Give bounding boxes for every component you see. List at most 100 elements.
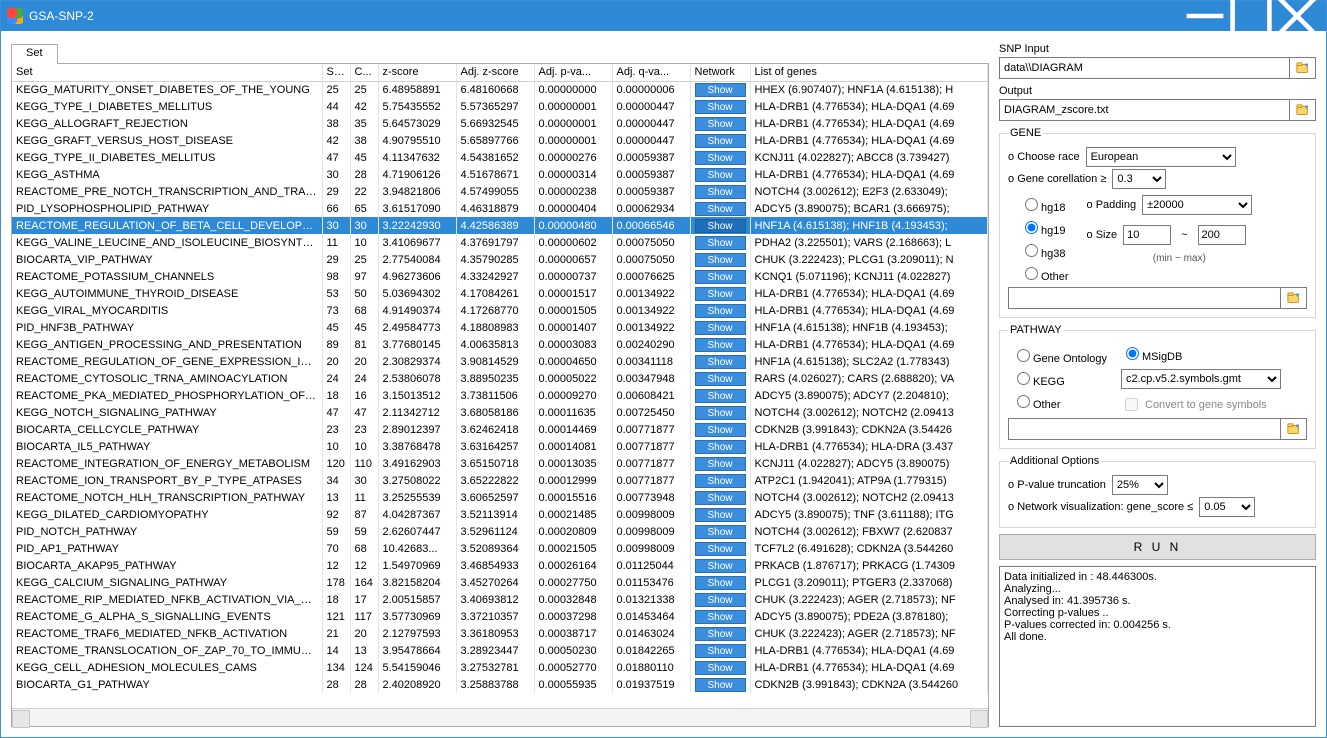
show-button[interactable]: Show [695, 474, 746, 488]
show-button[interactable]: Show [695, 661, 746, 675]
show-button[interactable]: Show [695, 287, 746, 301]
table-row[interactable]: REACTOME_TRAF6_MEDIATED_NFKB_ACTIVATION2… [12, 625, 988, 642]
show-button[interactable]: Show [695, 219, 746, 233]
convert-checkbox[interactable]: Convert to gene symbols [1121, 395, 1281, 414]
show-button[interactable]: Show [695, 423, 746, 437]
horizontal-scrollbar[interactable] [12, 708, 988, 726]
show-button[interactable]: Show [695, 389, 746, 403]
col-adjq[interactable]: Adj. q-va... [612, 64, 690, 81]
show-button[interactable]: Show [695, 457, 746, 471]
show-button[interactable]: Show [695, 406, 746, 420]
table-row[interactable]: KEGG_CALCIUM_SIGNALING_PATHWAY1781643.82… [12, 574, 988, 591]
output-browse-button[interactable] [1290, 99, 1316, 121]
radio-hg19[interactable]: hg19 [1020, 218, 1069, 237]
show-button[interactable]: Show [695, 508, 746, 522]
table-row[interactable]: KEGG_GRAFT_VERSUS_HOST_DISEASE42384.9079… [12, 132, 988, 149]
show-button[interactable]: Show [695, 304, 746, 318]
table-row[interactable]: REACTOME_RIP_MEDIATED_NFKB_ACTIVATION_VI… [12, 591, 988, 608]
col-count[interactable]: C... [350, 64, 378, 81]
minimize-button[interactable] [1182, 1, 1228, 31]
size-min-input[interactable] [1123, 225, 1171, 245]
show-button[interactable]: Show [695, 559, 746, 573]
radio-go[interactable]: Gene Ontology [1012, 346, 1107, 365]
col-size[interactable]: Size [322, 64, 350, 81]
size-max-input[interactable] [1198, 225, 1246, 245]
show-button[interactable]: Show [695, 168, 746, 182]
msigdb-select[interactable]: c2.cp.v5.2.symbols.gmt [1121, 369, 1281, 389]
radio-hg38[interactable]: hg38 [1020, 241, 1069, 260]
radio-pw-other[interactable]: Other [1012, 392, 1107, 411]
table-row[interactable]: REACTOME_G_ALPHA_S_SIGNALLING_EVENTS1211… [12, 608, 988, 625]
log-output[interactable]: Data initialized in : 48.446300s. Analyz… [999, 566, 1316, 727]
col-network[interactable]: Network [690, 64, 750, 81]
table-row[interactable]: BIOCARTA_AKAP95_PATHWAY12121.549709693.4… [12, 557, 988, 574]
table-row[interactable]: BIOCARTA_CELLCYCLE_PATHWAY23232.89012397… [12, 421, 988, 438]
show-button[interactable]: Show [695, 678, 746, 692]
netviz-select[interactable]: 0.05 [1199, 497, 1255, 517]
pval-trunc-select[interactable]: 25% [1112, 475, 1168, 495]
show-button[interactable]: Show [695, 321, 746, 335]
snp-browse-button[interactable] [1290, 57, 1316, 79]
pathway-file-input[interactable] [1008, 418, 1281, 440]
col-adjz[interactable]: Adj. z-score [456, 64, 534, 81]
run-button[interactable]: R U N [999, 534, 1316, 560]
show-button[interactable]: Show [695, 83, 746, 97]
table-row[interactable]: KEGG_AUTOIMMUNE_THYROID_DISEASE53505.036… [12, 285, 988, 302]
table-row[interactable]: REACTOME_ION_TRANSPORT_BY_P_TYPE_ATPASES… [12, 472, 988, 489]
table-row[interactable]: KEGG_VIRAL_MYOCARDITIS73684.914903744.17… [12, 302, 988, 319]
show-button[interactable]: Show [695, 576, 746, 590]
table-row[interactable]: BIOCARTA_VIP_PATHWAY29252.775400844.3579… [12, 251, 988, 268]
table-row[interactable]: REACTOME_POTASSIUM_CHANNELS98974.9627360… [12, 268, 988, 285]
results-scroll[interactable]: Set Size C... z-score Adj. z-score Adj. … [12, 64, 988, 708]
show-button[interactable]: Show [695, 525, 746, 539]
radio-msigdb[interactable]: MSigDB [1121, 344, 1281, 363]
table-row[interactable]: REACTOME_PRE_NOTCH_TRANSCRIPTION_AND_TRA… [12, 183, 988, 200]
show-button[interactable]: Show [695, 134, 746, 148]
table-row[interactable]: PID_NOTCH_PATHWAY59592.626074473.5296112… [12, 523, 988, 540]
col-adjp[interactable]: Adj. p-va... [534, 64, 612, 81]
show-button[interactable]: Show [695, 491, 746, 505]
table-row[interactable]: BIOCARTA_IL5_PATHWAY10103.387684783.6316… [12, 438, 988, 455]
show-button[interactable]: Show [695, 593, 746, 607]
table-row[interactable]: KEGG_TYPE_II_DIABETES_MELLITUS47454.1134… [12, 149, 988, 166]
gene-browse-button[interactable] [1281, 287, 1307, 309]
col-genes[interactable]: List of genes [750, 64, 988, 81]
show-button[interactable]: Show [695, 253, 746, 267]
table-row[interactable]: PID_AP1_PATHWAY706810.42683...3.52089364… [12, 540, 988, 557]
table-row[interactable]: REACTOME_PKA_MEDIATED_PHOSPHORYLATION_OF… [12, 387, 988, 404]
gene-corr-select[interactable]: 0.3 [1112, 169, 1166, 189]
show-button[interactable]: Show [695, 236, 746, 250]
table-row[interactable]: REACTOME_REGULATION_OF_BETA_CELL_DEVELOP… [12, 217, 988, 234]
table-row[interactable]: KEGG_VALINE_LEUCINE_AND_ISOLEUCINE_BIOSY… [12, 234, 988, 251]
table-row[interactable]: BIOCARTA_G1_PATHWAY28282.402089203.25883… [12, 676, 988, 693]
radio-hg18[interactable]: hg18 [1020, 195, 1069, 214]
col-set[interactable]: Set [12, 64, 322, 81]
show-button[interactable]: Show [695, 100, 746, 114]
show-button[interactable]: Show [695, 644, 746, 658]
show-button[interactable]: Show [695, 270, 746, 284]
table-row[interactable]: REACTOME_TRANSLOCATION_OF_ZAP_70_TO_IMMU… [12, 642, 988, 659]
pathway-browse-button[interactable] [1281, 418, 1307, 440]
show-button[interactable]: Show [695, 542, 746, 556]
close-button[interactable] [1274, 1, 1320, 31]
table-row[interactable]: REACTOME_CYTOSOLIC_TRNA_AMINOACYLATION24… [12, 370, 988, 387]
radio-hg-other[interactable]: Other [1020, 264, 1069, 283]
show-button[interactable]: Show [695, 627, 746, 641]
table-row[interactable]: REACTOME_REGULATION_OF_GENE_EXPRESSION_I… [12, 353, 988, 370]
gene-file-input[interactable] [1008, 287, 1281, 309]
snp-input[interactable] [999, 57, 1290, 79]
show-button[interactable]: Show [695, 440, 746, 454]
table-row[interactable]: KEGG_DILATED_CARDIOMYOPATHY92874.0428736… [12, 506, 988, 523]
table-row[interactable]: KEGG_NOTCH_SIGNALING_PATHWAY47472.113427… [12, 404, 988, 421]
radio-kegg[interactable]: KEGG [1012, 369, 1107, 388]
col-zscore[interactable]: z-score [378, 64, 456, 81]
padding-select[interactable]: ±20000 [1142, 195, 1252, 215]
show-button[interactable]: Show [695, 338, 746, 352]
show-button[interactable]: Show [695, 117, 746, 131]
table-row[interactable]: REACTOME_INTEGRATION_OF_ENERGY_METABOLIS… [12, 455, 988, 472]
show-button[interactable]: Show [695, 202, 746, 216]
show-button[interactable]: Show [695, 610, 746, 624]
show-button[interactable]: Show [695, 185, 746, 199]
output-input[interactable] [999, 99, 1290, 121]
table-row[interactable]: KEGG_TYPE_I_DIABETES_MELLITUS44425.75435… [12, 98, 988, 115]
